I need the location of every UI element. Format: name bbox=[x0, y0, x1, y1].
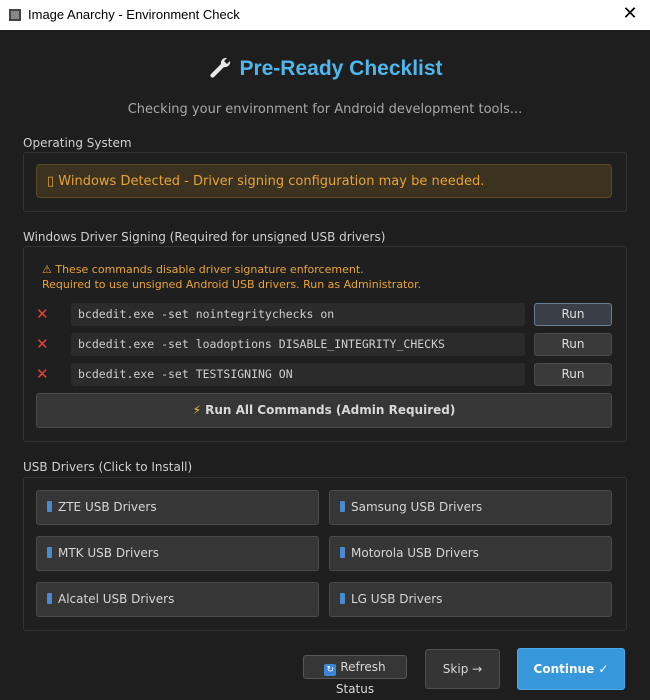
driver-label: Samsung USB Drivers bbox=[351, 500, 483, 514]
title-bar: Image Anarchy - Environment Check ✕ bbox=[0, 0, 650, 30]
error-x-icon: ✕ bbox=[36, 365, 49, 383]
mtk-driver-button[interactable]: MTK USB Drivers bbox=[36, 536, 319, 571]
close-button[interactable]: ✕ bbox=[620, 4, 640, 24]
run-button[interactable]: Run bbox=[534, 333, 612, 356]
close-icon: ✕ bbox=[622, 3, 638, 24]
window-title: Image Anarchy - Environment Check bbox=[28, 7, 240, 22]
command-row: ✕ bcdedit.exe -set loadoptions DISABLE_I… bbox=[36, 333, 614, 357]
signing-warning: ⚠ These commands disable driver signatur… bbox=[42, 262, 421, 292]
phone-icon bbox=[340, 501, 345, 512]
signing-warning-line2: Required to use unsigned Android USB dri… bbox=[42, 278, 422, 291]
zte-driver-button[interactable]: ZTE USB Drivers bbox=[36, 490, 319, 525]
os-section-label: Operating System bbox=[23, 136, 132, 150]
phone-icon bbox=[340, 593, 345, 604]
bolt-icon: ⚡ bbox=[192, 403, 202, 417]
refresh-label: Refresh Status bbox=[335, 660, 386, 696]
phone-icon bbox=[47, 593, 52, 604]
alcatel-driver-button[interactable]: Alcatel USB Drivers bbox=[36, 582, 319, 617]
os-group: ▯ Windows Detected - Driver signing conf… bbox=[23, 152, 627, 212]
run-all-label: Run All Commands (Admin Required) bbox=[205, 403, 456, 417]
driver-label: Motorola USB Drivers bbox=[351, 546, 479, 560]
samsung-driver-button[interactable]: Samsung USB Drivers bbox=[329, 490, 612, 525]
run-all-commands-button[interactable]: ⚡ Run All Commands (Admin Required) bbox=[36, 393, 612, 428]
phone-icon bbox=[47, 501, 52, 512]
motorola-driver-button[interactable]: Motorola USB Drivers bbox=[329, 536, 612, 571]
run-button[interactable]: Run bbox=[534, 363, 612, 386]
header: Pre-Ready Checklist bbox=[0, 55, 650, 81]
command-text: bcdedit.exe -set loadoptions DISABLE_INT… bbox=[71, 333, 525, 356]
refresh-status-button[interactable]: ↻ Refresh Status bbox=[303, 655, 407, 696]
driver-label: MTK USB Drivers bbox=[58, 546, 159, 560]
usb-section-label: USB Drivers (Click to Install) bbox=[23, 460, 193, 474]
refresh-icon: ↻ bbox=[324, 664, 337, 676]
continue-button[interactable]: Continue ✓ bbox=[517, 648, 625, 690]
command-text: bcdedit.exe -set TESTSIGNING ON bbox=[71, 363, 525, 386]
skip-button[interactable]: Skip → bbox=[425, 649, 500, 689]
command-text: bcdedit.exe -set nointegritychecks on bbox=[71, 303, 525, 326]
signing-section-label: Windows Driver Signing (Required for uns… bbox=[23, 230, 386, 244]
os-detected-banner: ▯ Windows Detected - Driver signing conf… bbox=[36, 164, 612, 198]
page-subtitle: Checking your environment for Android de… bbox=[127, 102, 523, 117]
error-x-icon: ✕ bbox=[36, 335, 49, 353]
signing-group: ⚠ These commands disable driver signatur… bbox=[23, 246, 627, 442]
app-icon bbox=[9, 9, 21, 21]
wrench-icon bbox=[210, 57, 231, 78]
error-x-icon: ✕ bbox=[36, 305, 49, 323]
page-title: Pre-Ready Checklist bbox=[239, 57, 443, 80]
driver-label: Alcatel USB Drivers bbox=[58, 592, 175, 606]
main-panel: Pre-Ready Checklist Checking your enviro… bbox=[0, 30, 650, 696]
command-row: ✕ bcdedit.exe -set TESTSIGNING ON Run bbox=[36, 363, 614, 387]
driver-label: LG USB Drivers bbox=[351, 592, 443, 606]
usb-drivers-group: ZTE USB Drivers Samsung USB Drivers MTK … bbox=[23, 477, 627, 631]
phone-icon bbox=[340, 547, 345, 558]
phone-icon bbox=[47, 547, 52, 558]
signing-warning-line1: ⚠ These commands disable driver signatur… bbox=[42, 263, 364, 276]
driver-label: ZTE USB Drivers bbox=[58, 500, 157, 514]
lg-driver-button[interactable]: LG USB Drivers bbox=[329, 582, 612, 617]
command-row: ✕ bcdedit.exe -set nointegritychecks on … bbox=[36, 303, 614, 327]
run-button[interactable]: Run bbox=[534, 303, 612, 326]
